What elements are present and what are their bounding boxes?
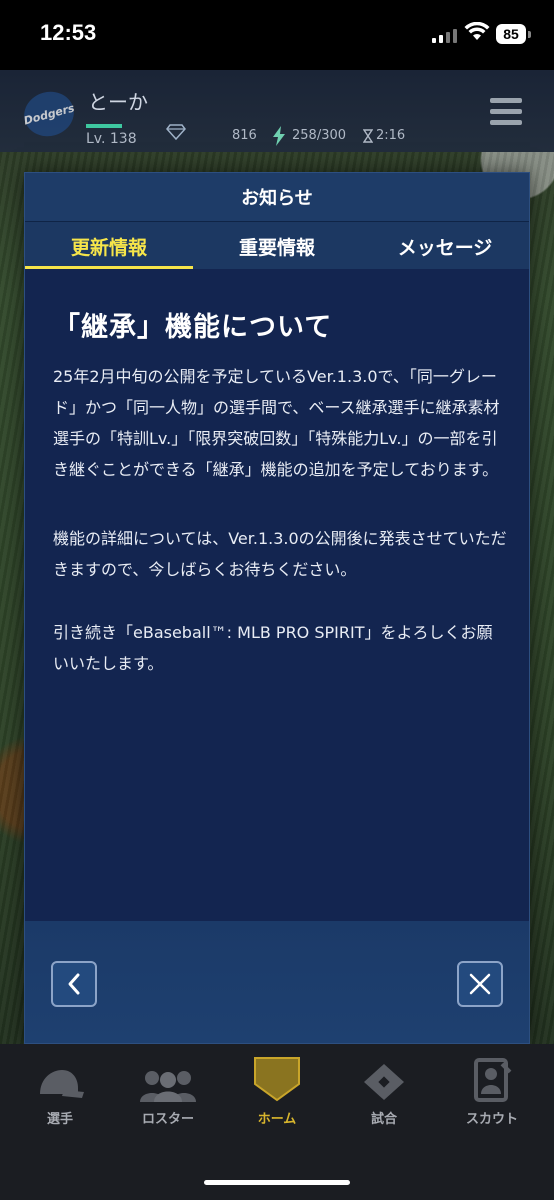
stamina-count: 258/300 — [292, 128, 347, 143]
modal-footer — [25, 921, 529, 1043]
nav-match[interactable]: 試合 — [334, 1056, 434, 1127]
article-paragraph: 機能の詳細については、Ver.1.3.0の公開後に発表させていただきますので、今… — [53, 529, 507, 579]
nav-roster[interactable]: ロスター — [118, 1056, 218, 1127]
player-level: Lv. 138 — [86, 131, 137, 147]
status-bar: 12:53 85 — [0, 0, 554, 70]
article-paragraph: 引き続き「eBaseball™: MLB PRO SPIRIT」をよろしくお願い… — [53, 623, 493, 673]
battery-tip — [528, 31, 531, 38]
hourglass-icon — [363, 129, 373, 143]
nav-label: 試合 — [370, 1112, 397, 1127]
bottom-nav: 選手 ロスター ホーム 試合 スカウト — [0, 1044, 554, 1200]
team-roster-icon — [140, 1071, 196, 1102]
baseball-cap-icon — [40, 1070, 84, 1098]
nav-label: ホーム — [257, 1112, 297, 1127]
nav-label: 選手 — [46, 1112, 73, 1127]
article-title: 「継承」機能について — [53, 312, 333, 343]
chevron-left-icon — [68, 973, 80, 995]
modal-title: お知らせ — [25, 173, 529, 222]
notice-modal: お知らせ 更新情報 重要情報 メッセージ 「継承」機能について 25年2月中旬の… — [24, 172, 530, 1044]
article-paragraph: 25年2月中旬の公開を予定しているVer.1.3.0で、「同一グレード」かつ「同… — [53, 367, 500, 479]
nav-players[interactable]: 選手 — [10, 1056, 110, 1127]
close-icon — [469, 973, 491, 995]
cellular-signal-icon — [432, 27, 457, 43]
baseball-diamond-icon — [364, 1064, 404, 1100]
scout-card-icon — [474, 1058, 512, 1102]
wifi-icon — [464, 22, 490, 40]
level-progress-bar — [86, 124, 122, 128]
nav-scout[interactable]: スカウト — [442, 1056, 542, 1127]
nav-label: スカウト — [465, 1112, 518, 1127]
tab-messages[interactable]: メッセージ — [361, 222, 529, 270]
gem-icon — [166, 124, 186, 140]
tab-updates[interactable]: 更新情報 — [25, 222, 193, 270]
clock: 12:53 — [40, 20, 97, 45]
battery-icon: 85 — [496, 24, 526, 44]
nav-home[interactable]: ホーム — [227, 1056, 327, 1127]
menu-icon[interactable] — [490, 98, 522, 125]
player-name: とーか — [88, 90, 148, 114]
gem-count: 816 — [232, 128, 257, 143]
stamina-timer: 2:16 — [376, 128, 406, 143]
home-indicator — [204, 1180, 350, 1185]
home-plate-icon — [254, 1057, 300, 1102]
back-button[interactable] — [51, 961, 97, 1007]
stamina-bolt-icon — [273, 126, 285, 146]
article-panel: 「継承」機能について 25年2月中旬の公開を予定しているVer.1.3.0で、「… — [25, 269, 529, 921]
tab-bar: 更新情報 重要情報 メッセージ — [25, 222, 529, 270]
close-button[interactable] — [457, 961, 503, 1007]
nav-label: ロスター — [141, 1112, 194, 1127]
tab-important[interactable]: 重要情報 — [193, 222, 361, 270]
